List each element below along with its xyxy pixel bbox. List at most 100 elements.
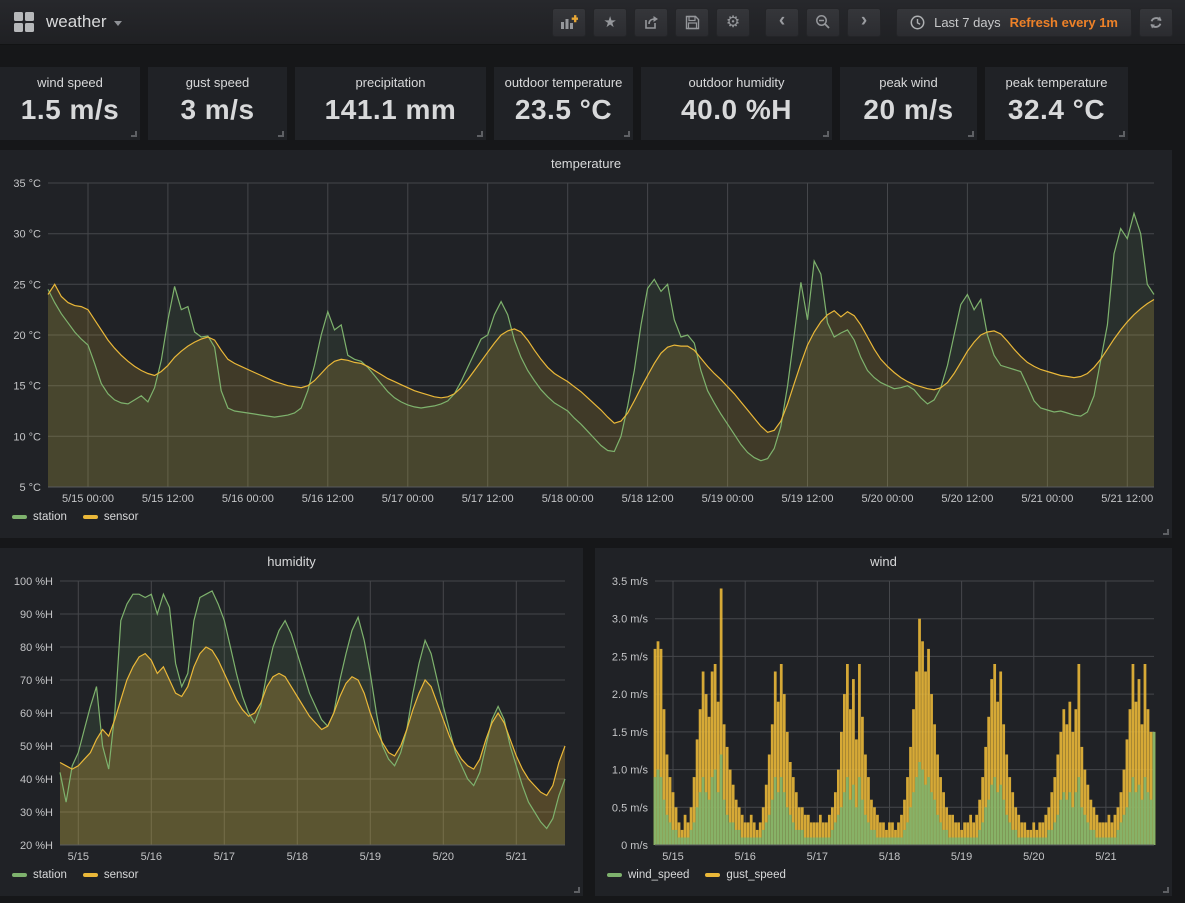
refresh-button[interactable] (1139, 8, 1173, 37)
zoom-out-icon (815, 14, 831, 30)
svg-text:40 %H: 40 %H (20, 774, 53, 786)
zoom-out-button[interactable] (806, 8, 840, 37)
save-button[interactable] (675, 8, 709, 37)
stat-panel[interactable]: peak wind20 m/s (840, 67, 977, 140)
panel-resize-handle[interactable] (968, 131, 974, 137)
stat-panel[interactable]: outdoor temperature 23.5 °C (494, 67, 633, 140)
stat-panel[interactable]: precipitation 141.1 mm (295, 67, 486, 140)
legend-item-wind_speed[interactable]: wind_speed (607, 869, 689, 881)
legend-item-sensor[interactable]: sensor (83, 869, 139, 881)
page-title: weather (46, 12, 106, 32)
svg-text:5/16: 5/16 (141, 851, 162, 863)
svg-text:15 °C: 15 °C (13, 381, 41, 393)
temperature-chart[interactable]: 5 °C10 °C15 °C20 °C25 °C30 °C35 °C5/15 0… (8, 175, 1164, 507)
svg-text:5/17 12:00: 5/17 12:00 (462, 493, 514, 505)
panel-resize-handle[interactable] (1163, 529, 1169, 535)
stat-title: peak wind (840, 75, 977, 90)
legend-item-station[interactable]: station (12, 511, 67, 523)
settings-button[interactable]: ⚙ (716, 8, 750, 37)
time-back-button[interactable]: ‹ (765, 8, 799, 37)
legend-label: sensor (104, 869, 139, 881)
panel-resize-handle[interactable] (278, 131, 284, 137)
panel-resize-handle[interactable] (1119, 131, 1125, 137)
panel-resize-handle[interactable] (823, 131, 829, 137)
svg-text:5 °C: 5 °C (19, 482, 41, 494)
humidity-legend: station sensor (0, 865, 583, 881)
chevron-right-icon: › (861, 11, 867, 33)
svg-text:5/15 00:00: 5/15 00:00 (62, 493, 114, 505)
stat-value: 141.1 mm (295, 94, 486, 126)
time-range-picker[interactable]: Last 7 days Refresh every 1m (896, 8, 1132, 37)
svg-text:1.0 m/s: 1.0 m/s (612, 765, 649, 777)
legend-swatch-icon (83, 515, 98, 519)
svg-text:5/18 12:00: 5/18 12:00 (622, 493, 674, 505)
svg-text:60 %H: 60 %H (20, 708, 53, 720)
stat-panel[interactable]: peak temperature32.4 °C (985, 67, 1128, 140)
svg-text:3.0 m/s: 3.0 m/s (612, 614, 649, 626)
svg-text:5/15: 5/15 (662, 851, 683, 863)
time-forward-button[interactable]: › (847, 8, 881, 37)
svg-text:30 %H: 30 %H (20, 807, 53, 819)
panel-resize-handle[interactable] (574, 887, 580, 893)
svg-text:5/16: 5/16 (734, 851, 755, 863)
svg-text:2.0 m/s: 2.0 m/s (612, 689, 649, 701)
share-button[interactable] (634, 8, 668, 37)
legend-label: wind_speed (628, 869, 689, 881)
svg-text:5/18 00:00: 5/18 00:00 (542, 493, 594, 505)
svg-text:5/19: 5/19 (951, 851, 972, 863)
panel-resize-handle[interactable] (624, 131, 630, 137)
temperature-panel: temperature 5 °C10 °C15 °C20 °C25 °C30 °… (0, 150, 1172, 538)
stat-panel[interactable]: gust speed3 m/s (148, 67, 287, 140)
svg-text:0 m/s: 0 m/s (621, 840, 648, 852)
add-panel-icon (560, 14, 578, 30)
svg-text:50 %H: 50 %H (20, 741, 53, 753)
svg-text:5/20 00:00: 5/20 00:00 (862, 493, 914, 505)
svg-text:5/16 12:00: 5/16 12:00 (302, 493, 354, 505)
legend-label: gust_speed (726, 869, 785, 881)
legend-swatch-icon (83, 873, 98, 877)
svg-text:5/20: 5/20 (433, 851, 454, 863)
humidity-chart[interactable]: 20 %H30 %H40 %H50 %H60 %H70 %H80 %H90 %H… (8, 573, 575, 865)
humidity-panel-title[interactable]: humidity (0, 548, 583, 573)
panel-resize-handle[interactable] (1163, 887, 1169, 893)
stat-title: gust speed (148, 75, 287, 90)
wind-panel-title[interactable]: wind (595, 548, 1172, 573)
panel-resize-handle[interactable] (131, 131, 137, 137)
svg-text:100 %H: 100 %H (14, 576, 53, 588)
clock-icon (910, 15, 925, 30)
stat-row: wind speed1.5 m/sgust speed3 m/sprecipit… (0, 67, 1185, 140)
stat-title: precipitation (295, 75, 486, 90)
chevron-left-icon: ‹ (779, 11, 785, 33)
stat-panel[interactable]: outdoor humidity40.0 %H (641, 67, 832, 140)
temperature-panel-title[interactable]: temperature (0, 150, 1172, 175)
svg-text:1.5 m/s: 1.5 m/s (612, 727, 649, 739)
stat-panel[interactable]: wind speed1.5 m/s (0, 67, 140, 140)
panel-resize-handle[interactable] (477, 131, 483, 137)
stat-title: wind speed (0, 75, 140, 90)
dashboard-picker-icon[interactable] (14, 12, 34, 32)
legend-swatch-icon (12, 873, 27, 877)
stat-value: 23.5 °C (494, 94, 633, 126)
wind-chart[interactable]: 0 m/s0.5 m/s1.0 m/s1.5 m/s2.0 m/s2.5 m/s… (603, 573, 1164, 865)
temperature-legend: station sensor (0, 507, 1172, 523)
humidity-panel: humidity 20 %H30 %H40 %H50 %H60 %H70 %H8… (0, 548, 583, 896)
svg-text:80 %H: 80 %H (20, 642, 53, 654)
star-button[interactable]: ★ (593, 8, 627, 37)
stat-title: peak temperature (985, 75, 1128, 90)
save-icon (685, 15, 700, 30)
svg-text:30 °C: 30 °C (13, 229, 41, 241)
svg-text:5/19 12:00: 5/19 12:00 (782, 493, 834, 505)
dashboard-title-dropdown[interactable]: weather (46, 12, 122, 32)
top-navbar: weather ★ (0, 0, 1185, 45)
wind-legend: wind_speed gust_speed (595, 865, 1172, 881)
add-panel-button[interactable] (552, 8, 586, 37)
legend-item-gust_speed[interactable]: gust_speed (705, 869, 785, 881)
svg-text:5/18: 5/18 (879, 851, 900, 863)
refresh-interval-label: Refresh every 1m (1010, 15, 1118, 30)
svg-text:2.5 m/s: 2.5 m/s (612, 651, 649, 663)
stat-title: outdoor temperature (494, 75, 633, 90)
svg-text:5/17 00:00: 5/17 00:00 (382, 493, 434, 505)
legend-item-sensor[interactable]: sensor (83, 511, 139, 523)
legend-item-station[interactable]: station (12, 869, 67, 881)
svg-text:20 %H: 20 %H (20, 840, 53, 852)
